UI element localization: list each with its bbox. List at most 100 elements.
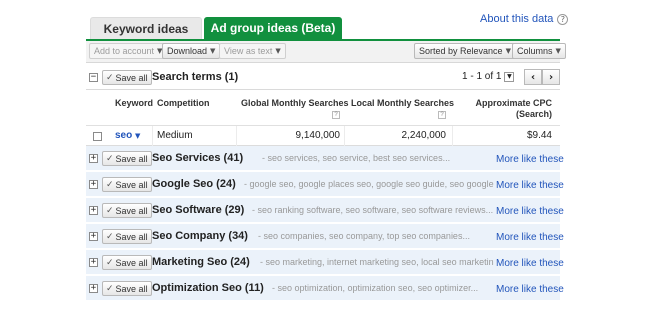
more-like-these-link[interactable]: More like these bbox=[494, 232, 564, 243]
keyword-link[interactable]: seo ▼ bbox=[115, 130, 140, 141]
tab-ad-group-ideas[interactable]: Ad group ideas (Beta) bbox=[204, 17, 342, 39]
view-as-text-label: View as text bbox=[224, 46, 273, 56]
checkmark-icon: ✓ bbox=[106, 153, 114, 164]
column-header-competition[interactable]: Competition bbox=[157, 98, 210, 108]
search-terms-header: − ✓ Save all Search terms (1) 1 - 1 of 1 … bbox=[86, 65, 560, 90]
save-all-button[interactable]: ✓ Save all bbox=[102, 255, 152, 270]
more-like-these-link[interactable]: More like these bbox=[494, 206, 564, 217]
save-all-button[interactable]: ✓ Save all bbox=[102, 203, 152, 218]
sort-label: Sorted by Relevance bbox=[419, 46, 503, 56]
row-checkbox[interactable] bbox=[93, 132, 102, 141]
help-icon[interactable]: ? bbox=[557, 13, 569, 25]
pagination-label: 1 - 1 of 1 bbox=[462, 71, 502, 82]
table-row: seo ▼ Medium 9,140,000 2,240,000 $9.44 bbox=[86, 125, 560, 147]
ad-group-name[interactable]: Seo Services (41) bbox=[152, 152, 243, 164]
collapse-icon[interactable]: − bbox=[89, 73, 98, 82]
save-all-label: Save all bbox=[115, 257, 148, 268]
global-searches-value: 9,140,000 bbox=[295, 130, 341, 141]
save-all-label: Save all bbox=[115, 283, 148, 294]
competition-value: Medium bbox=[157, 130, 193, 141]
ad-group-row: + ✓ Save all Optimization Seo (11) - seo … bbox=[86, 276, 564, 301]
ad-group-row: + ✓ Save all Seo Company (34) - seo compa… bbox=[86, 224, 564, 249]
save-all-button[interactable]: ✓ Save all bbox=[102, 281, 152, 296]
ad-group-keywords: - seo services, seo service, best seo se… bbox=[262, 153, 451, 163]
checkmark-icon: ✓ bbox=[106, 179, 114, 190]
ad-group-name[interactable]: Seo Software (29) bbox=[152, 204, 244, 216]
ad-group-keywords: - seo ranking software, seo software, se… bbox=[252, 205, 494, 215]
search-terms-title: Search terms (1) bbox=[152, 71, 239, 83]
chevron-down-icon: ▼ bbox=[555, 47, 561, 55]
save-all-label: Save all bbox=[115, 153, 148, 164]
column-divider bbox=[236, 126, 237, 147]
ad-group-row: + ✓ Save all Seo Services (41) - seo serv… bbox=[86, 146, 564, 171]
ad-group-name[interactable]: Optimization Seo (11) bbox=[152, 282, 264, 294]
sort-dropdown[interactable]: Sorted by Relevance ▼ bbox=[414, 43, 516, 59]
download-button[interactable]: Download ▼ bbox=[162, 43, 221, 59]
save-all-button[interactable]: ✓ Save all bbox=[102, 177, 152, 192]
expand-icon[interactable]: + bbox=[89, 154, 98, 163]
chevron-down-icon: ▼ bbox=[210, 47, 216, 55]
chevron-down-icon[interactable]: ▼ bbox=[135, 132, 140, 140]
chevron-down-icon: ▼ bbox=[505, 47, 511, 55]
local-searches-value: 2,240,000 bbox=[401, 130, 447, 141]
column-headers: Keyword Competition Global Monthly Searc… bbox=[86, 91, 560, 125]
pagination-nav: ‹ › bbox=[524, 69, 560, 85]
expand-icon[interactable]: + bbox=[89, 258, 98, 267]
tab-keyword-ideas-label: Keyword ideas bbox=[103, 21, 189, 36]
column-header-local-monthly-searches[interactable]: Local Monthly Searches bbox=[351, 98, 454, 108]
help-icon[interactable]: ? bbox=[332, 111, 340, 119]
chevron-down-icon[interactable]: ▼ bbox=[504, 71, 515, 82]
columns-label: Columns bbox=[517, 46, 553, 56]
column-divider bbox=[152, 126, 153, 147]
expand-icon[interactable]: + bbox=[89, 206, 98, 215]
column-header-keyword[interactable]: Keyword bbox=[115, 98, 153, 108]
column-divider bbox=[344, 126, 345, 147]
about-this-data-label: About this data bbox=[480, 13, 554, 25]
ad-group-row: + ✓ Save all Marketing Seo (24) - seo mar… bbox=[86, 250, 564, 275]
help-icon[interactable]: ? bbox=[438, 111, 446, 119]
save-all-button[interactable]: ✓ Save all bbox=[102, 229, 152, 244]
add-to-account-label: Add to account bbox=[94, 46, 155, 56]
column-header-global-monthly-searches[interactable]: Global Monthly Searches bbox=[241, 98, 349, 108]
column-header-approximate-cpc-sub: (Search) bbox=[515, 109, 552, 119]
ad-group-name[interactable]: Seo Company (34) bbox=[152, 230, 248, 242]
checkmark-icon: ✓ bbox=[106, 231, 114, 242]
save-all-label: Save all bbox=[115, 72, 148, 83]
chevron-down-icon: ▼ bbox=[275, 47, 281, 55]
more-like-these-link[interactable]: More like these bbox=[494, 180, 564, 191]
toolbar: Add to account ▼ Download ▼ View as text ▼ … bbox=[86, 41, 566, 63]
more-like-these-link[interactable]: More like these bbox=[494, 258, 564, 269]
save-all-label: Save all bbox=[115, 179, 148, 190]
expand-icon[interactable]: + bbox=[89, 180, 98, 189]
ad-group-keywords: - seo marketing, internet marketing seo,… bbox=[260, 257, 494, 267]
ad-group-keywords: - seo companies, seo company, top seo co… bbox=[258, 231, 470, 241]
expand-icon[interactable]: + bbox=[89, 284, 98, 293]
download-label: Download bbox=[167, 46, 208, 56]
expand-icon[interactable]: + bbox=[89, 232, 98, 241]
next-page-button[interactable]: › bbox=[542, 69, 560, 85]
keyword-text: seo bbox=[115, 130, 133, 141]
save-all-button[interactable]: ✓ Save all bbox=[102, 70, 152, 85]
column-divider bbox=[452, 126, 453, 147]
ad-group-row: + ✓ Save all Google Seo (24) - google seo… bbox=[86, 172, 564, 197]
checkmark-icon: ✓ bbox=[106, 283, 114, 294]
more-like-these-link[interactable]: More like these bbox=[494, 154, 564, 165]
save-all-label: Save all bbox=[115, 205, 148, 216]
tab-ad-group-ideas-label: Ad group ideas (Beta) bbox=[210, 21, 336, 35]
more-like-these-link[interactable]: More like these bbox=[494, 284, 564, 295]
view-as-text-button[interactable]: View as text ▼ bbox=[219, 43, 286, 59]
pagination: 1 - 1 of 1 ▼ bbox=[462, 71, 515, 82]
columns-dropdown[interactable]: Columns ▼ bbox=[512, 43, 566, 59]
ad-group-name[interactable]: Google Seo (24) bbox=[152, 178, 236, 190]
tab-keyword-ideas[interactable]: Keyword ideas bbox=[90, 17, 202, 39]
ad-group-keywords: - google seo, google places seo, google … bbox=[244, 179, 494, 189]
ad-group-name[interactable]: Marketing Seo (24) bbox=[152, 256, 250, 268]
prev-page-button[interactable]: ‹ bbox=[524, 69, 542, 85]
ad-group-keywords: - seo optimization, optimization seo, se… bbox=[272, 283, 479, 293]
about-this-data-link[interactable]: About this data ? bbox=[480, 13, 569, 25]
add-to-account-button[interactable]: Add to account ▼ bbox=[89, 43, 168, 59]
save-all-label: Save all bbox=[115, 231, 148, 242]
column-header-approximate-cpc[interactable]: Approximate CPC bbox=[475, 98, 552, 108]
save-all-button[interactable]: ✓ Save all bbox=[102, 151, 152, 166]
cpc-value: $9.44 bbox=[526, 130, 552, 141]
